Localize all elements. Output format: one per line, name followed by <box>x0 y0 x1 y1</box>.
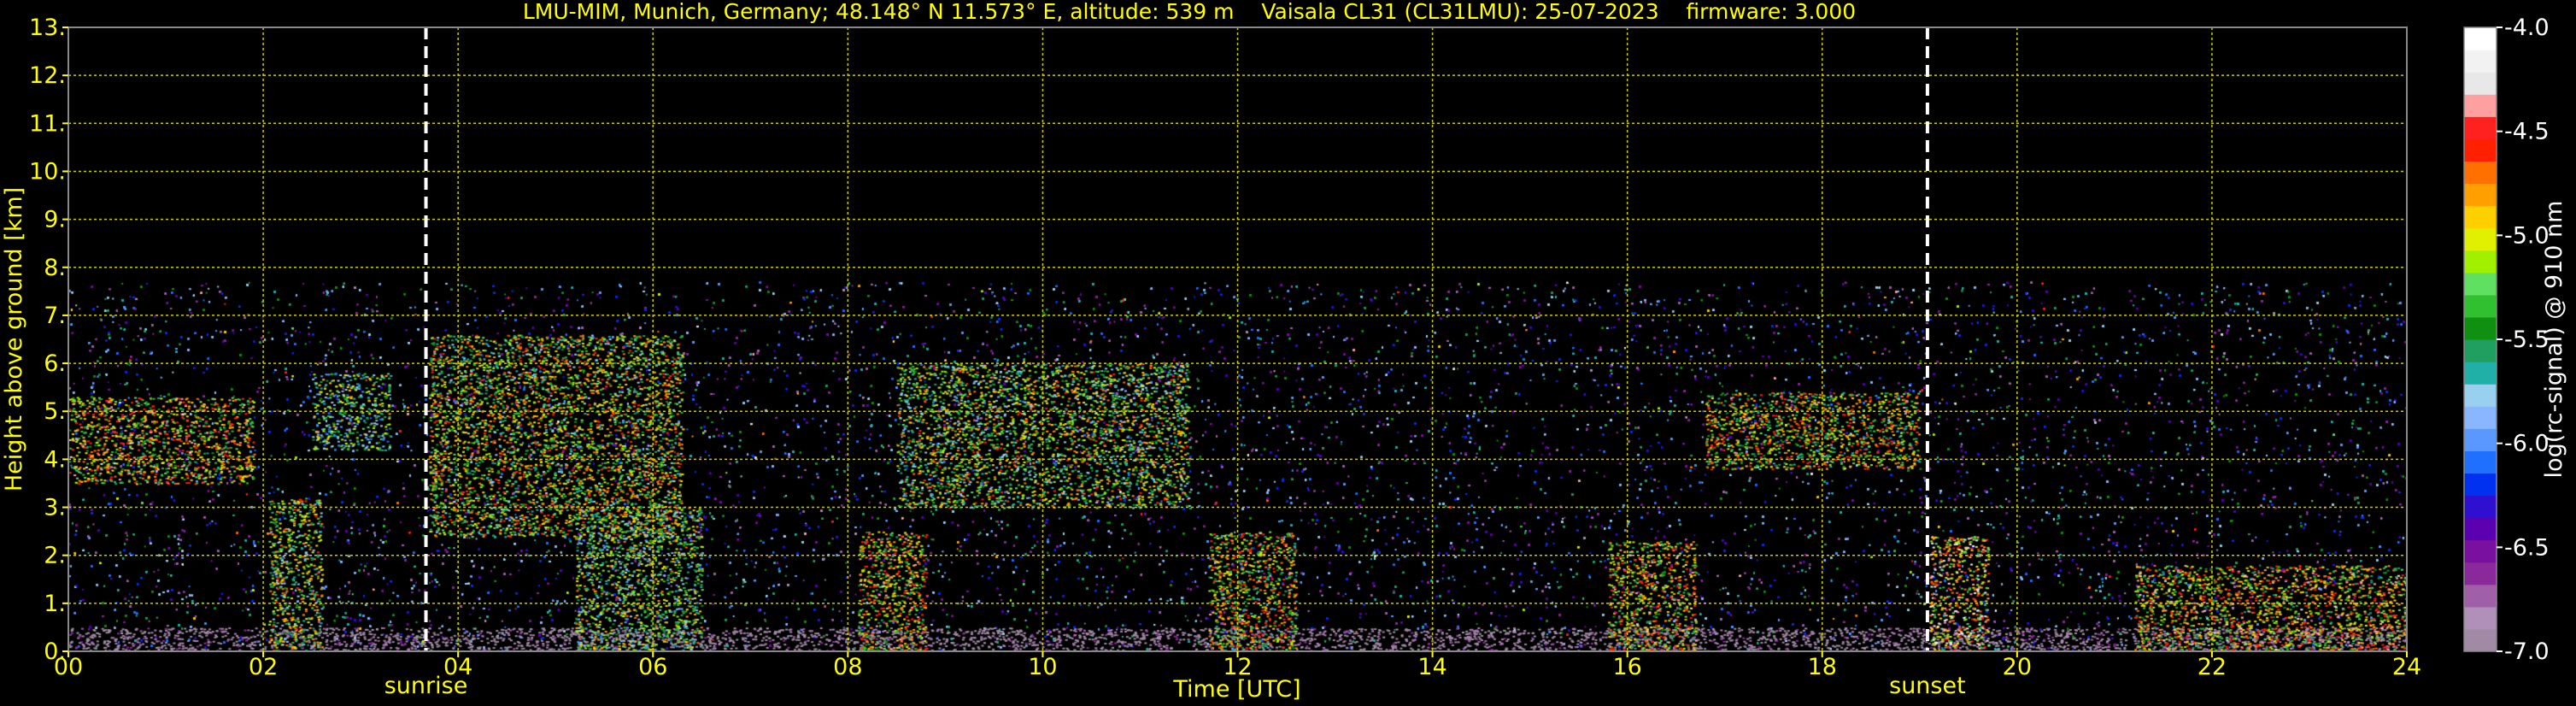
colorbar-tick-label: -7.0 <box>2504 638 2550 665</box>
x-tick-label: 08 <box>833 654 862 680</box>
colorbar-swatch <box>2464 205 2497 229</box>
colorbar-swatch <box>2464 138 2497 162</box>
y-tick-label: 8. <box>44 255 66 281</box>
colorbar-swatch <box>2464 294 2497 318</box>
y-tick-label: 9. <box>44 207 66 233</box>
colorbar-swatch <box>2464 339 2497 362</box>
colorbar-swatch <box>2464 384 2497 407</box>
y-tick-label: 3. <box>44 495 66 521</box>
colorbar <box>2463 26 2497 652</box>
x-tick-label: 24 <box>2392 654 2421 680</box>
colorbar-swatch <box>2464 227 2497 251</box>
x-tick-label: 18 <box>1808 654 1837 680</box>
x-axis-label: Time [UTC] <box>1172 676 1300 703</box>
y-tick-label: 1. <box>44 591 66 617</box>
colorbar-tick-label: -4.0 <box>2504 15 2550 41</box>
colorbar-swatch <box>2464 183 2497 207</box>
colorbar-swatch <box>2464 250 2497 274</box>
colorbar-swatch <box>2464 27 2497 50</box>
colorbar-swatch <box>2464 50 2497 73</box>
colorbar-tick-label: -4.5 <box>2504 119 2550 145</box>
colorbar-swatch <box>2464 406 2497 429</box>
colorbar-swatch <box>2464 362 2497 385</box>
y-tick-label: 12. <box>29 62 66 89</box>
x-tick-label: 14 <box>1417 654 1446 680</box>
x-tick-label: 04 <box>443 654 472 680</box>
colorbar-tick-label: -6.5 <box>2504 534 2550 561</box>
colorbar-swatch <box>2464 606 2497 630</box>
sunset-label: sunset <box>1889 673 1966 699</box>
colorbar-swatch <box>2464 72 2497 95</box>
colorbar-swatch <box>2464 473 2497 497</box>
x-tick-label: 16 <box>1612 654 1641 680</box>
y-tick-label: 7. <box>44 303 66 329</box>
colorbar-swatch <box>2464 272 2497 296</box>
colorbar-swatch <box>2464 161 2497 185</box>
y-tick-label: 13. <box>29 15 66 41</box>
y-tick-label: 5. <box>44 398 66 425</box>
x-tick-label: 20 <box>2003 654 2032 680</box>
y-tick-label: 4. <box>44 446 66 473</box>
x-tick-label: 22 <box>2198 654 2227 680</box>
x-tick-label: 02 <box>249 654 278 680</box>
colorbar-swatch <box>2464 584 2497 608</box>
y-axis-label: Height above ground [km] <box>1 187 27 491</box>
colorbar-swatch <box>2464 517 2497 541</box>
y-tick-label: 2. <box>44 543 66 569</box>
colorbar-swatch <box>2464 562 2497 585</box>
y-tick-label: 11. <box>29 110 66 137</box>
colorbar-swatch <box>2464 539 2497 563</box>
colorbar-swatch <box>2464 316 2497 340</box>
ceilometer-figure: sunrise sunset 00 02 04 06 08 10 12 14 16 18 20 22 24… <box>0 0 2576 706</box>
x-tick-label: 10 <box>1028 654 1057 680</box>
y-tick-label: 6. <box>44 350 66 377</box>
y-tick-label: 10. <box>29 158 66 185</box>
colorbar-swatch <box>2464 628 2497 652</box>
y-tick-label: 0. <box>44 638 66 665</box>
colorbar-swatch <box>2464 94 2497 117</box>
chart-title: LMU-MIM, Munich, Germany; 48.148° N 11.5… <box>523 0 1856 24</box>
x-tick-label: 06 <box>638 654 667 680</box>
colorbar-swatch <box>2464 116 2497 139</box>
colorbar-label: log(rc-signal) @ 910 nm <box>2541 201 2567 479</box>
colorbar-swatch <box>2464 428 2497 451</box>
colorbar-swatch <box>2464 450 2497 474</box>
colorbar-swatch <box>2464 495 2497 519</box>
